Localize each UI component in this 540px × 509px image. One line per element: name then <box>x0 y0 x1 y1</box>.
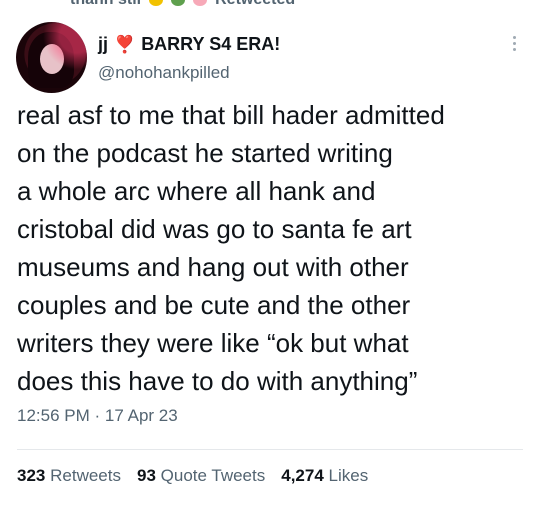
tweet-date: 17 Apr 23 <box>104 406 178 425</box>
avatar[interactable] <box>16 22 87 93</box>
display-name[interactable]: jj ❣️ BARRY S4 ERA! <box>98 34 280 55</box>
likes-stat[interactable]: 4,274 Likes <box>281 466 368 486</box>
retweets-stat[interactable]: 323 Retweets <box>17 466 121 486</box>
retweeted-label: Retweeted <box>215 0 295 9</box>
emoji-icon <box>193 0 208 6</box>
retweeter-name[interactable]: thanh stil <box>70 0 141 9</box>
retweet-context[interactable]: thanh stil Retweeted <box>70 0 295 9</box>
display-name-suffix: BARRY S4 ERA! <box>141 34 281 54</box>
tweet-detail: thanh stil Retweeted jj ❣️ BARRY S4 ERA!… <box>0 0 540 509</box>
tweet-text: real asf to me that bill hader admitted … <box>17 96 527 400</box>
tweet-timestamp[interactable]: 12:56 PM · 17 Apr 23 <box>17 406 178 426</box>
tweet-line: couples and be cute and the other <box>17 290 411 320</box>
tweet-line: museums and hang out with other <box>17 252 409 282</box>
tweet-stats: 323 Retweets 93 Quote Tweets 4,274 Likes <box>17 466 368 486</box>
tweet-line: does this have to do with anything” <box>17 366 418 396</box>
tweet-line: a whole arc where all hank and <box>17 176 376 206</box>
heart-icon: ❣️ <box>114 35 136 54</box>
emoji-icon <box>149 0 164 6</box>
tweet-line: on the podcast he started writing <box>17 138 393 168</box>
tweet-time: 12:56 PM <box>17 406 90 425</box>
timestamp-separator: · <box>94 406 101 425</box>
divider <box>17 449 523 450</box>
display-name-prefix: jj <box>98 34 109 54</box>
likes-label: Likes <box>328 466 369 485</box>
retweets-count: 323 <box>17 466 46 485</box>
emoji-icon <box>171 0 186 6</box>
likes-count: 4,274 <box>281 466 324 485</box>
quote-tweets-stat[interactable]: 93 Quote Tweets <box>137 466 265 486</box>
quotes-label: Quote Tweets <box>160 466 266 485</box>
retweets-label: Retweets <box>50 466 121 485</box>
tweet-line: writers they were like “ok but what <box>17 328 409 358</box>
more-options-icon[interactable] <box>504 33 524 53</box>
tweet-line: real asf to me that bill hader admitted <box>17 100 445 130</box>
tweet-line: cristobal did was go to santa fe art <box>17 214 412 244</box>
quotes-count: 93 <box>136 466 156 485</box>
user-handle[interactable]: @nohohankpilled <box>98 63 230 83</box>
